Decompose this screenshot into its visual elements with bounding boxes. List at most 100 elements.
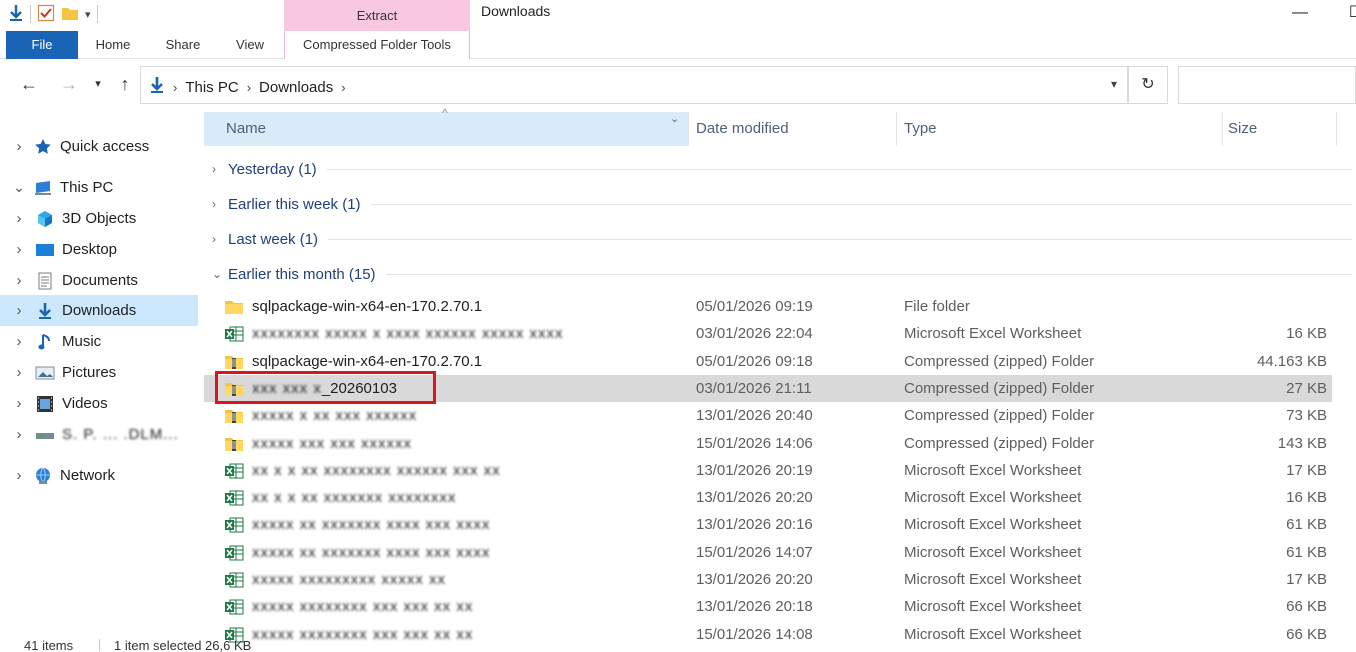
file-type: Compressed (zipped) Folder <box>904 434 1095 452</box>
file-type: File folder <box>904 298 970 315</box>
up-button[interactable]: ↑ <box>114 74 136 95</box>
sidebar-item-this-pc[interactable]: ⌄ This PC <box>0 172 198 203</box>
pictures-icon <box>34 364 56 382</box>
sidebar-item-3d-objects[interactable]: › 3D Objects <box>0 203 198 234</box>
column-name-label: Name <box>226 120 267 137</box>
sidebar-item-label: Music <box>62 333 102 350</box>
file-size: 27 KB <box>1286 379 1327 397</box>
expand-chevron-icon[interactable]: › <box>0 467 28 484</box>
column-header-type[interactable]: Type <box>904 112 1204 146</box>
group-header[interactable]: › Last week (1) <box>212 226 1352 252</box>
file-row[interactable]: xx x x xx xxxxxxx xxxxxxxx 13/01/2026 20:… <box>204 484 1332 511</box>
breadcrumb-downloads[interactable]: Downloads <box>259 79 333 96</box>
video-icon <box>34 395 56 413</box>
file-row[interactable]: xxxxx xx xxxxxxx xxxx xxx xxxx 15/01/2026… <box>204 539 1332 566</box>
file-row[interactable]: xxxxx xxxxxxxx xxx xxx xx xx 13/01/2026 2… <box>204 593 1332 620</box>
address-bar[interactable]: › This PC › Downloads › ▾ <box>140 66 1128 104</box>
column-divider[interactable] <box>896 112 897 146</box>
download-arrow-icon[interactable] <box>8 4 24 25</box>
expand-chevron-icon[interactable]: › <box>0 364 28 381</box>
search-input[interactable] <box>1178 66 1356 104</box>
expand-chevron-icon[interactable]: › <box>0 272 28 289</box>
tab-view[interactable]: View <box>228 31 272 59</box>
file-row[interactable]: xxxxxxxx xxxxx x xxxx xxxxxx xxxxx xxxx 0… <box>204 320 1332 347</box>
file-type: Microsoft Excel Worksheet <box>904 489 1082 507</box>
sidebar-item-downloads[interactable]: › Downloads <box>0 295 198 326</box>
file-date-modified: 15/01/2026 14:06 <box>696 434 813 452</box>
sidebar-item-label: Documents <box>62 272 138 289</box>
column-divider[interactable] <box>1222 112 1223 146</box>
expand-chevron-icon[interactable]: › <box>212 162 228 176</box>
file-type: Microsoft Excel Worksheet <box>904 543 1082 561</box>
expand-chevron-icon[interactable]: › <box>0 138 28 155</box>
sidebar-item-documents[interactable]: › Documents <box>0 265 198 296</box>
column-divider[interactable] <box>688 112 689 146</box>
file-row[interactable]: xxxxx xxxxxxxxx xxxxx xx 13/01/2026 20:20… <box>204 566 1332 593</box>
expand-chevron-icon[interactable]: › <box>212 197 228 211</box>
file-date-modified: 13/01/2026 20:20 <box>696 571 813 588</box>
expand-chevron-icon[interactable]: › <box>0 333 28 350</box>
tab-file[interactable]: File <box>6 31 78 59</box>
refresh-button[interactable]: ↻ <box>1128 66 1168 104</box>
maximize-button[interactable]: ☐ <box>1336 0 1356 30</box>
group-label: Yesterday (1) <box>228 160 317 178</box>
sidebar-item-network[interactable]: › Network <box>0 460 198 491</box>
file-size: 61 KB <box>1286 543 1327 561</box>
file-name: xxxxxxxx xxxxx x xxxx xxxxxx xxxxx xxxx <box>252 325 564 343</box>
file-row[interactable]: xxxxx x xx xxx xxxxxx 13/01/2026 20:40 Com… <box>204 402 1332 429</box>
recent-locations-button[interactable]: ▾ <box>87 77 109 90</box>
file-date-modified: 05/01/2026 09:19 <box>696 298 813 315</box>
breadcrumb-this-pc[interactable]: This PC <box>185 79 238 96</box>
sidebar-item-pictures[interactable]: › Pictures <box>0 357 198 388</box>
address-dropdown-icon[interactable]: ▾ <box>1111 77 1117 91</box>
tab-share[interactable]: Share <box>160 31 206 59</box>
group-header[interactable]: ⌄ Earlier this month (15) <box>212 261 1352 287</box>
group-header[interactable]: › Earlier this week (1) <box>212 191 1352 217</box>
excel-icon <box>224 544 248 562</box>
file-size: 73 KB <box>1286 407 1327 425</box>
music-icon <box>34 333 56 351</box>
breadcrumb-chevron-icon[interactable]: › <box>173 80 177 95</box>
contextual-tab-extract[interactable]: Extract <box>284 0 470 31</box>
collapse-chevron-icon[interactable]: ⌄ <box>0 179 28 196</box>
sidebar-item-desktop[interactable]: › Desktop <box>0 234 198 265</box>
tab-compressed-folder-tools[interactable]: Compressed Folder Tools <box>284 31 470 59</box>
column-header-date-modified[interactable]: Date modified <box>696 112 896 146</box>
excel-icon <box>224 598 248 616</box>
group-header[interactable]: › Yesterday (1) <box>212 156 1352 182</box>
sidebar-item-music[interactable]: › Music <box>0 326 198 357</box>
forward-button[interactable]: → <box>58 74 80 95</box>
column-dropdown-icon[interactable]: ⌄ <box>670 112 679 125</box>
sidebar-item-s-p-dlm[interactable]: › S. P. ... .DLM... <box>0 419 198 450</box>
status-divider <box>99 639 100 651</box>
file-type: Compressed (zipped) Folder <box>904 352 1095 370</box>
expand-chevron-icon[interactable]: › <box>212 232 228 246</box>
new-folder-icon[interactable] <box>61 5 79 24</box>
file-row[interactable]: xxxxx xx xxxxxxx xxxx xxx xxxx 13/01/2026… <box>204 511 1332 538</box>
expand-chevron-icon[interactable]: › <box>0 241 28 258</box>
toolbar-divider <box>96 5 98 23</box>
sidebar-item-quick-access[interactable]: › Quick access <box>0 131 198 162</box>
expand-chevron-icon[interactable]: › <box>0 210 28 227</box>
column-header-size[interactable]: Size <box>1228 112 1328 146</box>
tab-home[interactable]: Home <box>88 31 138 59</box>
sidebar-item-label: Network <box>60 467 116 484</box>
collapse-chevron-icon[interactable]: ⌄ <box>212 267 228 281</box>
minimize-button[interactable]: — <box>1280 0 1320 30</box>
file-row[interactable]: xxxxx xxx xxx xxxxxx 15/01/2026 14:06 Comp… <box>204 430 1332 457</box>
breadcrumb-chevron-icon[interactable]: › <box>341 80 345 95</box>
excel-icon <box>224 571 248 589</box>
cube-icon <box>34 210 56 228</box>
expand-chevron-icon[interactable]: › <box>0 426 28 443</box>
file-row[interactable]: xx x x xx xxxxxxxx xxxxxx xxx xx 13/01/20… <box>204 457 1332 484</box>
back-button[interactable]: ← <box>18 74 40 95</box>
sidebar-item-label: This PC <box>60 179 114 196</box>
file-row[interactable]: sqlpackage-win-x64-en-170.2.70.1 05/01/20… <box>204 293 1332 320</box>
expand-chevron-icon[interactable]: › <box>0 302 28 319</box>
properties-check-icon[interactable] <box>37 4 55 25</box>
sidebar-item-videos[interactable]: › Videos <box>0 388 198 419</box>
breadcrumb-chevron-icon[interactable]: › <box>247 80 251 95</box>
column-divider[interactable] <box>1336 112 1337 146</box>
customize-toolbar-icon[interactable]: ▾ <box>85 8 91 21</box>
expand-chevron-icon[interactable]: › <box>0 395 28 412</box>
